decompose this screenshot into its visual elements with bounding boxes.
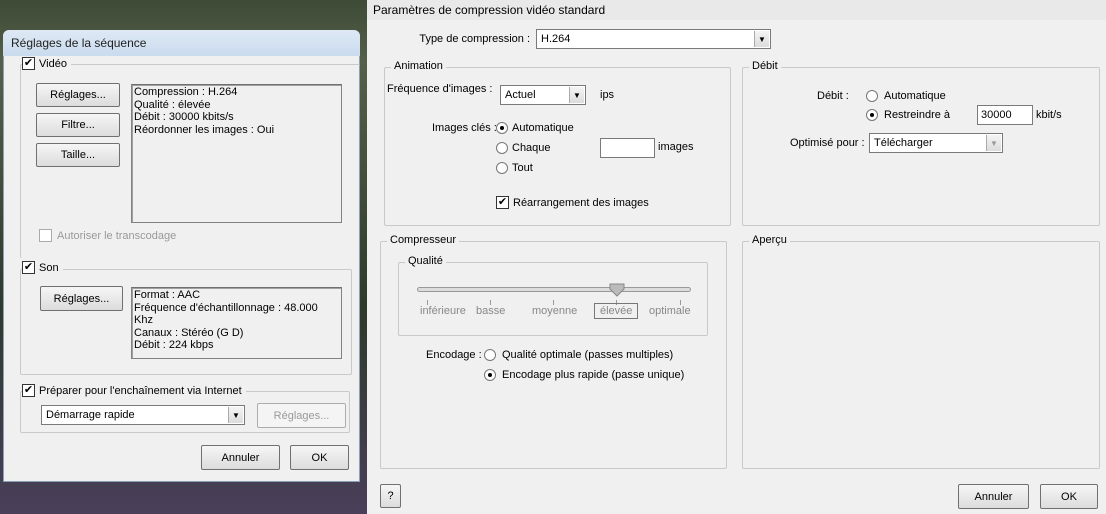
info-line: Format : AAC xyxy=(134,289,201,301)
keyframes-auto-radio[interactable] xyxy=(496,122,508,134)
transcode-label: Autoriser le transcodage xyxy=(57,229,177,242)
info-line: Débit : 224 kbps xyxy=(134,339,214,351)
internet-checkbox[interactable]: ✔ xyxy=(22,384,35,397)
video-settings-button[interactable]: Réglages... xyxy=(36,83,120,107)
group-label: Qualité xyxy=(405,255,446,267)
sound-label: Son xyxy=(39,261,59,274)
select-value: Télécharger xyxy=(874,137,933,149)
chevron-down-icon: ▼ xyxy=(986,135,1001,151)
info-line: Canaux : Stéréo (G D) xyxy=(134,326,244,339)
help-button[interactable]: ? xyxy=(380,484,401,508)
fps-select[interactable]: Actuel ▼ xyxy=(500,85,586,105)
size-button[interactable]: Taille... xyxy=(36,143,120,167)
radio-label: Automatique xyxy=(512,122,574,134)
keyframes-every-input[interactable] xyxy=(600,138,655,158)
video-checkbox[interactable]: ✔ xyxy=(22,57,35,70)
compression-type-label: Type de compression : xyxy=(419,33,530,45)
filter-button[interactable]: Filtre... xyxy=(36,113,120,137)
dialog-title: Paramètres de compression vidéo standard xyxy=(367,0,1106,20)
ok-button[interactable]: OK xyxy=(1040,484,1098,509)
bitrate-label: Débit : xyxy=(817,90,849,102)
streaming-select[interactable]: Démarrage rapide ▼ xyxy=(41,405,245,425)
bitrate-auto-radio[interactable] xyxy=(866,90,878,102)
group-label: Débit xyxy=(749,60,781,72)
select-value: Actuel xyxy=(505,89,536,101)
reorder-label: Réarrangement des images xyxy=(513,196,649,209)
keyframes-label: Images clés : xyxy=(432,122,497,134)
reorder-checkbox[interactable]: ✔ xyxy=(496,196,509,209)
optimize-label: Optimisé pour : xyxy=(790,137,865,149)
level-label: basse xyxy=(476,305,506,317)
radio-label: Qualité optimale (passes multiples) xyxy=(502,349,674,361)
bitrate-limit-input[interactable]: 30000 xyxy=(977,105,1033,125)
chevron-down-icon: ▼ xyxy=(569,87,584,103)
keyframes-unit: images xyxy=(658,141,694,153)
chevron-down-icon: ▼ xyxy=(228,407,243,423)
dialog-title: Réglages de la séquence xyxy=(3,30,360,56)
quality-slider-thumb[interactable] xyxy=(609,283,625,297)
encoding-single-radio[interactable] xyxy=(484,369,496,381)
info-line: Fréquence d'échantillonnage : 48.000 Khz xyxy=(134,301,318,327)
radio-label: Encodage plus rapide (passe unique) xyxy=(502,369,685,381)
chevron-down-icon: ▼ xyxy=(754,31,769,47)
encoding-label: Encodage : xyxy=(426,349,482,361)
radio-label: Restreindre à xyxy=(884,109,951,121)
internet-label: Préparer pour l'enchaînement via Interne… xyxy=(39,384,242,397)
level-label: optimale xyxy=(649,305,691,317)
group-label: Aperçu xyxy=(749,234,790,246)
level-label-selected: élevée xyxy=(594,303,639,319)
bitrate-limit-radio[interactable] xyxy=(866,109,878,121)
info-line: Réordonner les images : Oui xyxy=(134,123,275,136)
optimize-select[interactable]: Télécharger ▼ xyxy=(869,133,1003,153)
internet-settings-button[interactable]: Réglages... xyxy=(257,403,346,428)
info-line: Compression : H.264 xyxy=(134,86,238,98)
cancel-button[interactable]: Annuler xyxy=(201,445,280,470)
quality-slider-track[interactable] xyxy=(417,287,691,292)
level-label: moyenne xyxy=(532,305,578,317)
group-label: Animation xyxy=(391,60,446,72)
sound-settings-button[interactable]: Réglages... xyxy=(40,286,123,311)
encoding-multi-radio[interactable] xyxy=(484,349,496,361)
keyframes-every-radio[interactable] xyxy=(496,142,508,154)
sound-info-box: Format : AAC Fréquence d'échantillonnage… xyxy=(131,287,342,359)
radio-label: Automatique xyxy=(884,90,946,102)
keyframes-all-radio[interactable] xyxy=(496,162,508,174)
radio-label: Chaque xyxy=(512,142,551,154)
video-label: Vidéo xyxy=(39,57,67,70)
group-label: Compresseur xyxy=(387,234,460,246)
video-info-box: Compression : H.264 Qualité : élevée Déb… xyxy=(131,84,342,223)
fps-unit: ips xyxy=(600,89,615,101)
compression-type-select[interactable]: H.264 ▼ xyxy=(536,29,771,49)
preview-group: Aperçu xyxy=(742,234,1100,469)
bitrate-unit: kbit/s xyxy=(1036,109,1062,121)
info-line: Qualité : élevée xyxy=(134,98,211,111)
quality-group: Qualité xyxy=(398,255,708,336)
radio-label: Tout xyxy=(512,162,533,174)
transcode-checkbox[interactable] xyxy=(39,229,52,242)
fps-label: Fréquence d'images : xyxy=(387,83,493,95)
level-label: inférieure xyxy=(420,305,466,317)
select-value: Démarrage rapide xyxy=(46,409,135,421)
cancel-button[interactable]: Annuler xyxy=(958,484,1029,509)
ok-button[interactable]: OK xyxy=(290,445,349,470)
info-line: Débit : 30000 kbits/s xyxy=(134,111,234,123)
select-value: H.264 xyxy=(541,33,571,45)
sound-checkbox[interactable]: ✔ xyxy=(22,261,35,274)
